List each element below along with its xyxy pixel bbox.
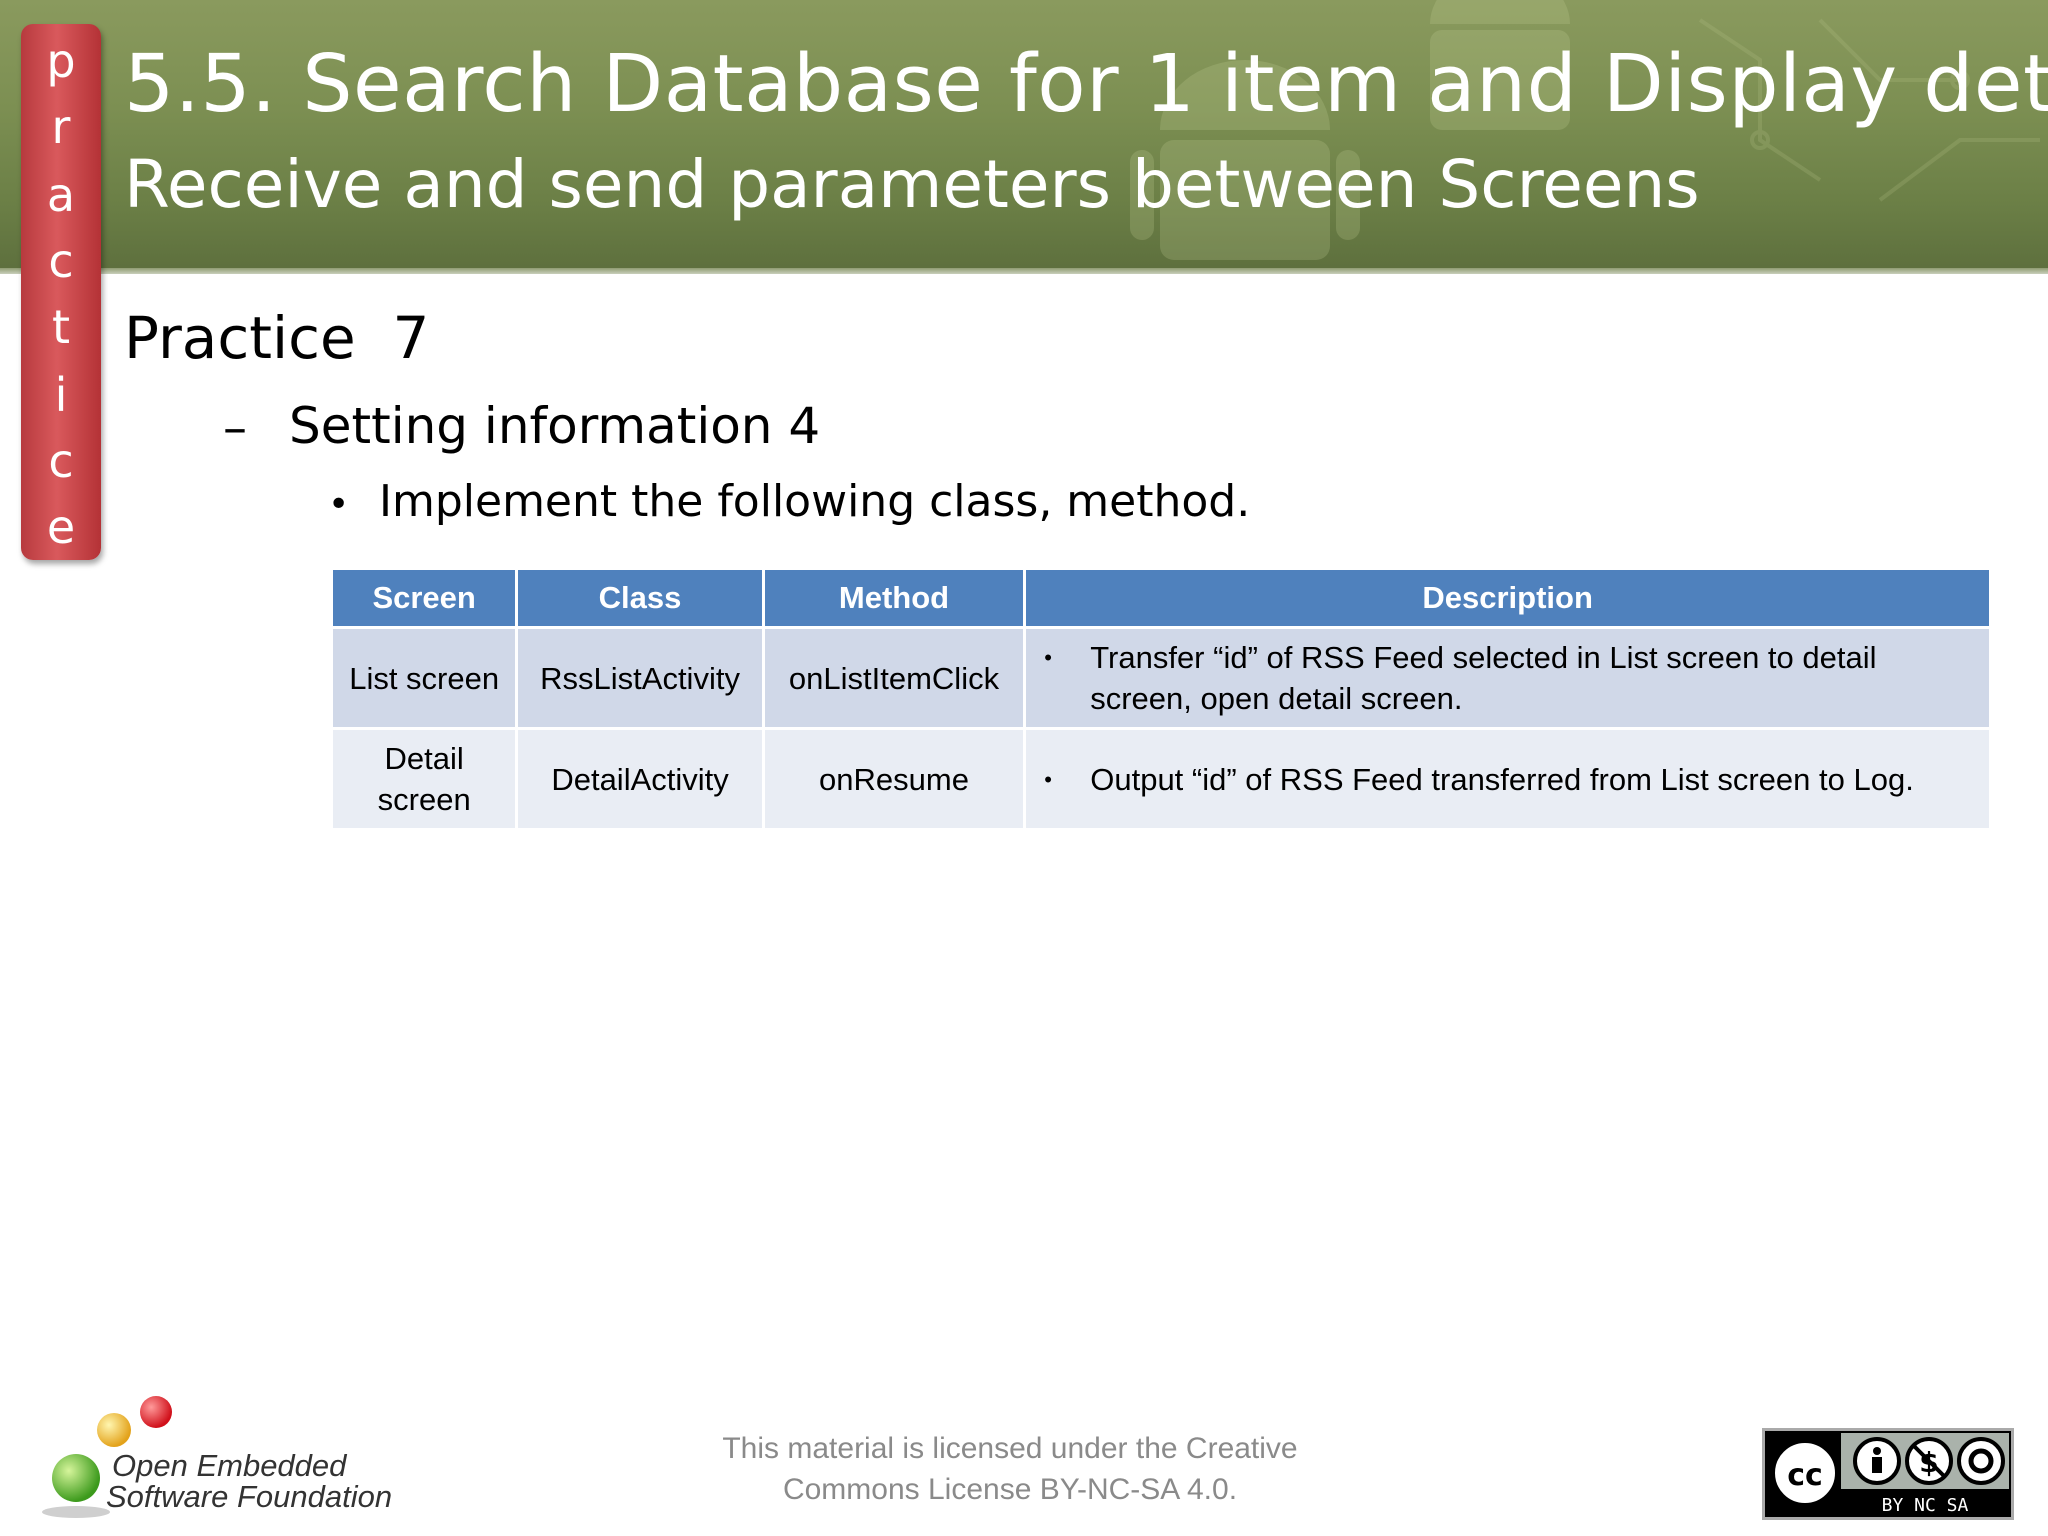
- class-method-table: Screen Class Method Description List scr…: [330, 567, 1992, 831]
- description-text: Output “id” of RSS Feed transferred from…: [1090, 761, 1914, 797]
- column-header: Method: [764, 570, 1024, 626]
- slide-title: 5.5. Search Database for 1 item and Disp…: [124, 38, 2048, 130]
- slide-subtitle: Receive and send parameters between Scre…: [124, 146, 1700, 223]
- table-row: Detail screen DetailActivity onResume • …: [333, 730, 1989, 828]
- bullet-icon: •: [1044, 645, 1052, 670]
- cc-badge-label: BY NC SA: [1882, 1495, 1969, 1516]
- svg-text:cc: cc: [1787, 1458, 1823, 1493]
- tab-letter: r: [51, 100, 71, 154]
- cell-screen: List screen: [333, 629, 516, 727]
- dash-bullet: –: [223, 400, 247, 456]
- table-header-row: Screen Class Method Description: [333, 570, 1989, 626]
- logo-line: Software Foundation: [106, 1479, 393, 1514]
- cc-license-badge: cc $ BY NC SA: [1762, 1428, 2014, 1520]
- sub-sub-item-text: Implement the following class, method.: [379, 476, 1251, 527]
- cell-description: • Output “id” of RSS Feed transferred fr…: [1026, 730, 1989, 828]
- bullet-icon: •: [328, 484, 350, 525]
- oesf-logo: Open Embedded Software Foundation: [36, 1390, 396, 1520]
- cc-by-nc-sa-icon: cc $ BY NC SA: [1765, 1431, 2011, 1517]
- tab-letter: i: [54, 368, 68, 422]
- column-header: Screen: [333, 570, 516, 626]
- tab-letter: p: [46, 34, 76, 88]
- license-text: This material is licensed under the Crea…: [600, 1428, 1420, 1510]
- cell-screen: Detail screen: [333, 730, 516, 828]
- banner-divider: [0, 268, 2048, 274]
- title-banner: 5.5. Search Database for 1 item and Disp…: [0, 0, 2048, 272]
- cell-description: • Transfer “id” of RSS Feed selected in …: [1026, 629, 1989, 727]
- tab-letter: a: [46, 168, 76, 222]
- cell-method: onResume: [764, 730, 1024, 828]
- license-line: Commons License BY-NC-SA 4.0.: [782, 1473, 1238, 1506]
- license-line: This material is licensed under the Crea…: [722, 1432, 1298, 1465]
- column-header: Description: [1026, 570, 1989, 626]
- practice-side-tab: p r a c t i c e: [21, 24, 101, 560]
- tab-letter: e: [46, 500, 76, 554]
- tab-letter: c: [48, 234, 74, 288]
- logo-text: Open Embedded Software Foundation: [106, 1450, 392, 1512]
- practice-heading: Practice 7: [124, 304, 430, 372]
- sub-item-text: Setting information 4: [289, 397, 821, 455]
- description-text: Transfer “id” of RSS Feed selected in Li…: [1090, 640, 1877, 716]
- cell-class: RssListActivity: [518, 629, 762, 727]
- cell-class: DetailActivity: [518, 730, 762, 828]
- logo-line: Open Embedded: [112, 1448, 347, 1483]
- table-row: List screen RssListActivity onListItemCl…: [333, 629, 1989, 727]
- cell-method: onListItemClick: [764, 629, 1024, 727]
- bullet-icon: •: [1044, 766, 1052, 792]
- column-header: Class: [518, 570, 762, 626]
- tab-letter: t: [51, 300, 71, 354]
- tab-letter: c: [48, 434, 74, 488]
